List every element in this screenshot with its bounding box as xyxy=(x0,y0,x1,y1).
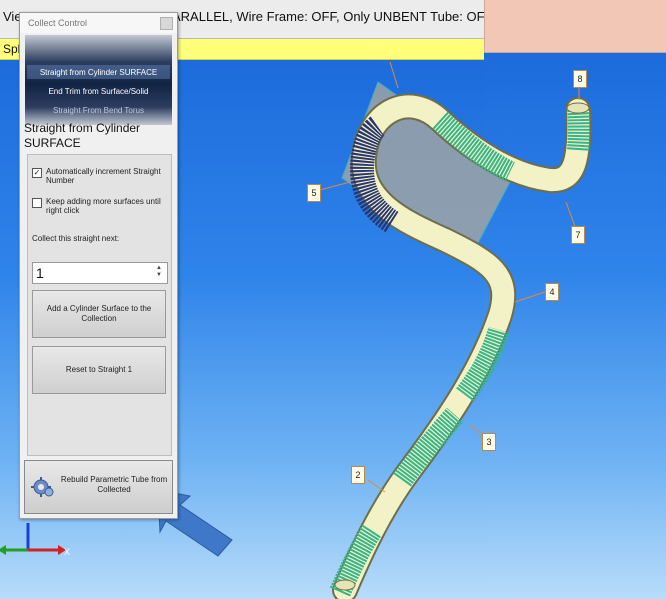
straight-number-stepper[interactable]: 1 ▲ ▼ xyxy=(32,262,168,284)
collect-next-label: Collect this straight next: xyxy=(32,234,120,243)
straight-number-value: 1 xyxy=(36,265,44,281)
auto-increment-label: Automatically increment Straight Number xyxy=(46,167,161,185)
mode-item-end-trim[interactable]: End Trim from Surface/Solid xyxy=(25,87,172,96)
x-axis-label: X xyxy=(64,547,70,557)
mode-item-bend-torus[interactable]: Straight From Bend Torus xyxy=(25,106,172,115)
mode-heading: Straight from Cylinder SURFACE xyxy=(24,121,141,150)
auto-increment-option[interactable]: ✓ Automatically increment Straight Number xyxy=(32,167,166,185)
panel-title: Collect Control xyxy=(28,18,88,28)
auto-increment-checkbox[interactable]: ✓ xyxy=(32,168,42,178)
rebuild-tube-button[interactable]: Rebuild Parametric Tube from Collected xyxy=(24,460,173,514)
callout-8: 8 xyxy=(573,70,587,88)
callout-7: 7 xyxy=(571,226,585,244)
keep-adding-label: Keep adding more surfaces until right cl… xyxy=(46,197,161,215)
collect-control-panel: Collect Control Straight from Cylinder S… xyxy=(19,12,178,519)
callout-5: 5 xyxy=(307,184,321,202)
callout-2: 2 xyxy=(351,466,365,484)
callout-4: 4 xyxy=(545,283,559,301)
reset-straight-button[interactable]: Reset to Straight 1 xyxy=(32,346,166,394)
callout-3: 3 xyxy=(482,433,496,451)
collect-mode-list[interactable]: Straight from Cylinder SURFACE End Trim … xyxy=(25,35,172,125)
close-icon[interactable] xyxy=(160,17,173,30)
axis-triad: X xyxy=(0,523,70,557)
add-cylinder-surface-button[interactable]: Add a Cylinder Surface to the Collection xyxy=(32,290,166,338)
mode-item-cylinder-surface[interactable]: Straight from Cylinder SURFACE xyxy=(25,68,172,77)
keep-adding-checkbox[interactable] xyxy=(32,198,42,208)
rebuild-label: Rebuild Parametric Tube from Collected xyxy=(60,475,168,494)
panel-titlebar[interactable]: Collect Control xyxy=(20,13,177,33)
tube-end-cap-bottom xyxy=(334,579,356,591)
tube-end-cap-top xyxy=(566,102,590,114)
stepper-arrows-icon[interactable]: ▲ ▼ xyxy=(156,265,164,279)
options-group: ✓ Automatically increment Straight Number… xyxy=(27,154,172,456)
keep-adding-option[interactable]: Keep adding more surfaces until right cl… xyxy=(32,197,166,215)
gear-icon xyxy=(31,477,54,497)
